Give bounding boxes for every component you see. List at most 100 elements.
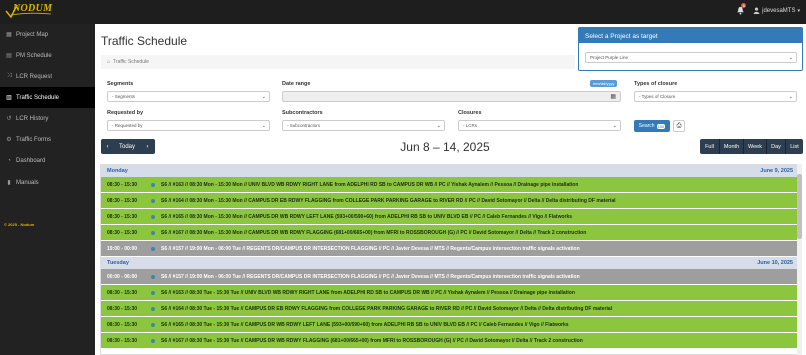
closures-select[interactable]: - LCRs ⌄ xyxy=(458,120,621,131)
sidebar-item-traffic-schedule[interactable]: ▥ Traffic Schedule xyxy=(0,87,95,108)
user-menu[interactable]: jdevesaMTS ▾ xyxy=(753,7,800,14)
event-dot-icon xyxy=(151,306,155,311)
event-row[interactable]: 00:00 - 06:00 S6 // #157 // 19:00 Mon - … xyxy=(101,269,799,285)
scrollbar-thumb[interactable] xyxy=(797,174,802,239)
event-row[interactable]: 08:30 - 15:30 S6 // #163 // 08:30 Mon - … xyxy=(101,177,799,193)
event-dot-icon xyxy=(151,182,155,187)
view-month-button[interactable]: Month xyxy=(719,139,743,154)
chevron-right-icon: › xyxy=(146,143,149,150)
sidebar-item-label: PM Schedule xyxy=(16,52,52,59)
home-icon: ⌂ xyxy=(107,59,111,65)
day-name[interactable]: Monday xyxy=(107,168,128,174)
event-row[interactable]: 08:30 - 15:30 S6 // #167 // 08:30 Tue - … xyxy=(101,333,799,349)
calendar-range-title: Jun 8 – 14, 2025 xyxy=(400,140,490,154)
sidebar-item-pm-schedule[interactable]: ▤ PM Schedule xyxy=(0,45,95,66)
sidebar-item-label: Manuals xyxy=(16,179,39,186)
day-header: Tuesday June 10, 2025 xyxy=(101,257,799,269)
notifications-button[interactable]: 6 xyxy=(736,3,747,15)
event-title: S6 // #157 // 19:00 Mon - 06:00 Tue // R… xyxy=(161,245,580,252)
sidebar-item-manuals[interactable]: ▮ Manuals xyxy=(0,172,95,193)
calendar-icon: ▥ xyxy=(6,95,12,101)
event-title: S6 // #167 // 08:30 Tue - 15:30 Tue // C… xyxy=(161,337,583,344)
chevron-down-icon: ⌄ xyxy=(261,94,266,100)
date-range-input[interactable]: ▦ xyxy=(282,91,621,102)
schedule-icon: ▤ xyxy=(6,53,12,59)
closures-label: Closures xyxy=(458,110,482,116)
sidebar-item-lcr-request[interactable]: ⤨ LCR Request xyxy=(0,66,95,87)
chevron-down-icon: ⌄ xyxy=(788,55,793,61)
breadcrumb-item[interactable]: Traffic Schedule xyxy=(113,59,149,65)
view-list-button[interactable]: List xyxy=(785,139,803,154)
next-week-button[interactable]: › xyxy=(140,139,155,154)
event-time: 08:30 - 15:30 xyxy=(107,305,138,312)
event-dot-icon xyxy=(151,246,155,251)
sidebar-item-project-map[interactable]: ▦ Project Map xyxy=(0,24,95,45)
sidebar-item-label: Traffic Schedule xyxy=(16,94,60,101)
subcontractors-label: Subcontractors xyxy=(282,110,323,116)
chevron-down-icon: ⌄ xyxy=(788,94,793,100)
requested-by-label: Requested by xyxy=(107,110,144,116)
types-of-closure-label: Types of closure xyxy=(634,81,678,87)
date-format-badge: mm/dd/yyyy xyxy=(590,80,618,87)
search-count-badge: 100 xyxy=(656,123,666,129)
today-button[interactable]: Today xyxy=(114,139,140,154)
event-title: S6 // #167 // 08:30 Mon - 15:30 Mon // C… xyxy=(161,229,587,236)
event-time: 08:30 - 15:30 xyxy=(107,289,138,296)
event-row[interactable]: 08:30 - 15:30 S6 // #165 // 08:30 Mon - … xyxy=(101,209,799,225)
event-dot-icon xyxy=(151,322,155,327)
event-row[interactable]: 19:00 - 00:00 S6 // #157 // 19:00 Mon - … xyxy=(101,241,799,257)
page-title: Traffic Schedule xyxy=(101,34,188,48)
event-time: 00:00 - 06:00 xyxy=(107,273,138,280)
cog-icon: ⚙ xyxy=(6,137,12,143)
event-dot-icon xyxy=(151,274,155,279)
event-time: 08:30 - 15:30 xyxy=(107,229,138,236)
view-day-button[interactable]: Day xyxy=(766,139,785,154)
subcontractors-select[interactable]: - Subcontractors ⌄ xyxy=(282,120,445,131)
copyright-text: © 2025 - Nodum xyxy=(4,222,35,227)
search-button[interactable]: Search 100 xyxy=(634,120,670,132)
view-week-button[interactable]: Week xyxy=(743,139,766,154)
day-name[interactable]: Tuesday xyxy=(107,260,129,266)
sidebar-item-label: Traffic Forms xyxy=(16,136,52,143)
event-title: S6 // #163 // 08:30 Mon - 15:30 Mon // U… xyxy=(161,181,579,188)
segments-select[interactable]: - Segments ⌄ xyxy=(107,91,270,102)
event-time: 08:30 - 15:30 xyxy=(107,337,138,344)
prev-week-button[interactable]: ‹ xyxy=(101,139,114,154)
map-icon: ▦ xyxy=(6,32,12,38)
sidebar-item-dashboard[interactable]: ◔ Dashboard xyxy=(0,150,95,171)
event-dot-icon xyxy=(151,198,155,203)
print-button[interactable]: ⎙ xyxy=(673,120,685,132)
event-row[interactable]: 08:30 - 15:30 S6 // #167 // 08:30 Mon - … xyxy=(101,225,799,241)
event-row[interactable]: 08:30 - 15:30 S6 // #163 // 08:30 Tue - … xyxy=(101,285,799,301)
date-range-label: Date range xyxy=(282,81,311,87)
event-row[interactable]: 08:30 - 15:30 S6 // #165 // 08:30 Tue - … xyxy=(101,317,799,333)
view-full-button[interactable]: Full xyxy=(700,139,719,154)
chevron-down-icon: ⌄ xyxy=(612,123,617,129)
sidebar: ▦ Project Map ▤ PM Schedule ⤨ LCR Reques… xyxy=(0,24,95,355)
top-navbar: NODUM 6 jdevesaMTS ▾ xyxy=(0,0,806,24)
day-date[interactable]: June 10, 2025 xyxy=(757,260,793,266)
sidebar-item-lcr-history[interactable]: ↺ LCR History xyxy=(0,108,95,129)
calendar-nav-group: ‹ Today › xyxy=(101,139,155,154)
nodum-logo[interactable]: NODUM xyxy=(5,3,53,19)
main-content: Traffic Schedule ⌂ Traffic Schedule Sele… xyxy=(95,24,806,355)
sidebar-item-label: LCR History xyxy=(16,115,49,122)
calendar-view-group: Full Month Week Day List xyxy=(700,139,803,154)
notification-count-badge: 6 xyxy=(741,3,747,8)
day-date[interactable]: June 9, 2025 xyxy=(760,168,793,174)
requested-by-select[interactable]: - Requested by ⌄ xyxy=(107,120,270,131)
project-panel-heading: Select a Project as target xyxy=(579,28,802,43)
segments-label: Segments xyxy=(107,81,134,87)
chevron-down-icon: ▾ xyxy=(797,7,800,14)
types-of-closure-select[interactable]: - Types of Closure ⌄ xyxy=(634,91,797,102)
sidebar-item-label: Dashboard xyxy=(16,157,46,164)
event-row[interactable]: 08:30 - 15:30 S6 // #164 // 08:30 Tue - … xyxy=(101,301,799,317)
project-select[interactable]: Project Purple Line ⌄ xyxy=(585,52,797,63)
calendar-icon[interactable]: ▦ xyxy=(610,93,616,100)
event-row[interactable]: 08:30 - 15:30 S6 // #164 // 08:30 Mon - … xyxy=(101,193,799,209)
sidebar-item-traffic-forms[interactable]: ⚙ Traffic Forms xyxy=(0,129,95,150)
event-time: 08:30 - 15:30 xyxy=(107,213,138,220)
page-scrollbar[interactable] xyxy=(797,164,802,355)
event-title: S6 // #163 // 08:30 Tue - 15:30 Tue // U… xyxy=(161,289,575,296)
event-title: S6 // #164 // 08:30 Tue - 15:30 Tue // C… xyxy=(161,305,612,312)
